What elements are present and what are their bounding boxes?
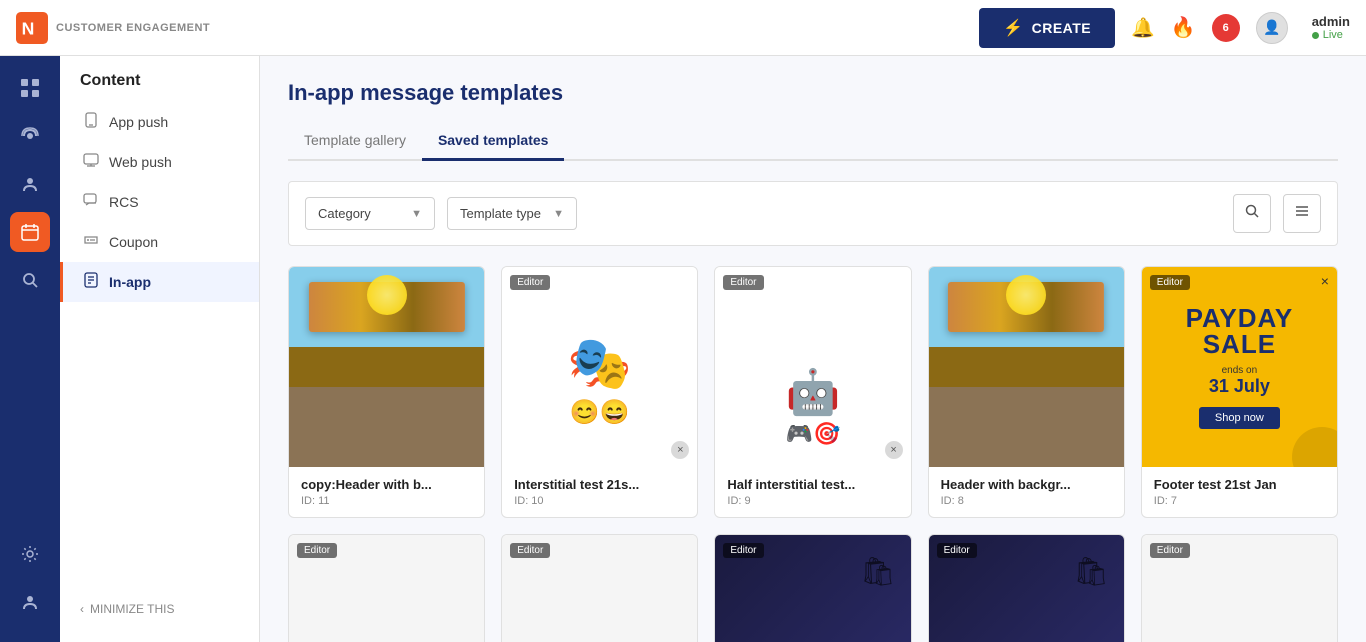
template-type-filter[interactable]: Template type ▼: [447, 197, 577, 230]
sidebar-item-rcs[interactable]: RCS: [60, 182, 259, 222]
card-id-4: ID: 8: [941, 495, 1112, 507]
web-push-label: Web push: [109, 154, 172, 170]
card-name-2: Interstitial test 21s...: [514, 477, 685, 492]
notification-count-button[interactable]: 6: [1212, 14, 1240, 42]
flame-icon: 🔥: [1171, 17, 1196, 39]
content-area: In-app message templates Template galler…: [260, 56, 1366, 642]
shop-now-button[interactable]: Shop now: [1199, 407, 1280, 429]
search-filter-button[interactable]: [1233, 194, 1271, 233]
template-card-6[interactable]: Editor: [288, 534, 485, 642]
minimize-button[interactable]: ‹ MINIMIZE THIS: [60, 592, 259, 626]
rail-item-broadcast[interactable]: [10, 116, 50, 156]
notification-bell-button[interactable]: 🔔: [1131, 16, 1155, 40]
app-push-icon: [83, 112, 99, 132]
app-push-label: App push: [109, 114, 168, 130]
minimize-arrow-icon: ‹: [80, 602, 84, 616]
card-id-5: ID: 7: [1154, 495, 1325, 507]
template-grid-row2: Editor Editor Ed: [288, 534, 1338, 642]
category-filter[interactable]: Category ▼: [305, 197, 435, 230]
list-view-icon: [1294, 203, 1310, 219]
editor-badge-2: Editor: [510, 275, 550, 290]
template-card-10[interactable]: Editor: [1141, 534, 1338, 642]
nav-icons: 🔔 🔥 6 👤 admin Live: [1131, 12, 1350, 44]
admin-info: admin Live: [1312, 14, 1350, 41]
coupon-icon: [83, 232, 99, 252]
category-chevron-icon: ▼: [411, 208, 422, 220]
avatar: 👤: [1256, 12, 1288, 44]
editor-badge-9: Editor: [937, 543, 977, 558]
logo: N CUSTOMER ENGAGEMENT: [16, 12, 210, 44]
create-label: CREATE: [1032, 20, 1092, 36]
bolt-icon: ⚡: [1003, 18, 1023, 38]
card-id-2: ID: 10: [514, 495, 685, 507]
template-grid: Editor × copy:Header with b... ID: 11 Ed…: [288, 266, 1338, 518]
editor-badge-8: Editor: [723, 543, 763, 558]
status-dot: [1312, 32, 1319, 39]
minimize-label: MINIMIZE THIS: [90, 602, 174, 616]
rcs-label: RCS: [109, 194, 139, 210]
page-title: In-app message templates: [288, 80, 1338, 106]
rail-item-grid[interactable]: [10, 68, 50, 108]
tab-template-gallery[interactable]: Template gallery: [288, 122, 422, 161]
card-name-5: Footer test 21st Jan: [1154, 477, 1325, 492]
admin-status: Live: [1312, 29, 1350, 41]
in-app-label: In-app: [109, 274, 151, 290]
editor-badge-5: Editor: [1150, 275, 1190, 290]
product-label: CUSTOMER ENGAGEMENT: [56, 22, 210, 34]
flame-button[interactable]: 🔥: [1171, 15, 1196, 40]
template-type-filter-label: Template type: [460, 206, 541, 221]
tabs: Template gallery Saved templates: [288, 122, 1338, 161]
in-app-icon: [83, 272, 99, 292]
rail-item-calendar[interactable]: [10, 212, 50, 252]
status-label: Live: [1323, 29, 1343, 41]
sidebar-item-in-app[interactable]: In-app: [60, 262, 259, 302]
sidebar-item-app-push[interactable]: App push: [60, 102, 259, 142]
coupon-label: Coupon: [109, 234, 158, 250]
sidebar-title: Content: [60, 72, 259, 102]
card-name-1: copy:Header with b...: [301, 477, 472, 492]
template-type-chevron-icon: ▼: [553, 208, 564, 220]
card-id-1: ID: 11: [301, 495, 472, 507]
search-icon: [1244, 203, 1260, 219]
template-card-3[interactable]: Editor 🤖 🎮🎯 × Half interstitial test... …: [714, 266, 911, 518]
rail-item-support[interactable]: [10, 582, 50, 622]
main-layout: Content App push Web push RCS Coupon: [0, 56, 1366, 642]
editor-badge-3: Editor: [723, 275, 763, 290]
close-icon-5[interactable]: ×: [1321, 273, 1329, 289]
category-filter-label: Category: [318, 206, 371, 221]
rail-item-users[interactable]: [10, 164, 50, 204]
editor-badge-10: Editor: [1150, 543, 1190, 558]
sidebar-item-web-push[interactable]: Web push: [60, 142, 259, 182]
template-card-9[interactable]: Editor Share your ShopEase ⭐ 🛍: [928, 534, 1125, 642]
web-push-icon: [83, 152, 99, 172]
admin-name: admin: [1312, 14, 1350, 29]
notification-badge: 6: [1212, 14, 1240, 42]
template-card-4[interactable]: Editor × Header with backgr... ID: 8: [928, 266, 1125, 518]
editor-badge-6: Editor: [297, 543, 337, 558]
card-id-3: ID: 9: [727, 495, 898, 507]
rcs-icon: [83, 192, 99, 212]
template-card-2[interactable]: Editor 🎭 😊😄 × Interstitial test 21s... I…: [501, 266, 698, 518]
rail-item-search[interactable]: [10, 260, 50, 300]
create-button[interactable]: ⚡ CREATE: [979, 8, 1115, 48]
sidebar: Content App push Web push RCS Coupon: [60, 56, 260, 642]
close-icon-3[interactable]: ×: [885, 441, 903, 459]
sidebar-item-coupon[interactable]: Coupon: [60, 222, 259, 262]
filter-bar: Category ▼ Template type ▼: [288, 181, 1338, 246]
svg-text:N: N: [22, 18, 35, 38]
template-card-1[interactable]: Editor × copy:Header with b... ID: 11: [288, 266, 485, 518]
top-nav: N CUSTOMER ENGAGEMENT ⚡ CREATE 🔔 🔥 6 👤 a…: [0, 0, 1366, 56]
editor-badge-7: Editor: [510, 543, 550, 558]
netcore-logo: N: [16, 12, 48, 44]
tab-saved-templates[interactable]: Saved templates: [422, 122, 565, 161]
card-name-3: Half interstitial test...: [727, 477, 898, 492]
view-toggle-button[interactable]: [1283, 194, 1321, 233]
template-card-5[interactable]: Editor × PAYDAYSALE ends on 31 July Shop…: [1141, 266, 1338, 518]
template-card-7[interactable]: Editor: [501, 534, 698, 642]
card-name-4: Header with backgr...: [941, 477, 1112, 492]
rail-item-settings[interactable]: [10, 534, 50, 574]
template-card-8[interactable]: Editor Share your ShopEase ⭐ 🛍: [714, 534, 911, 642]
icon-rail: [0, 56, 60, 642]
